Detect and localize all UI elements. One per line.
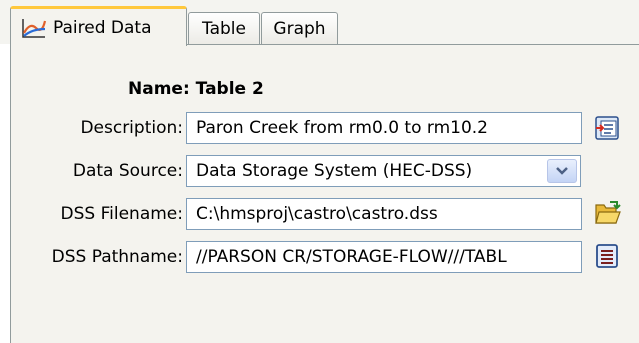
tab-table[interactable]: Table — [188, 12, 260, 44]
dss-filename-field[interactable]: C:\hmsproj\castro\castro.dss — [186, 198, 582, 230]
data-source-label: Data Source: — [72, 161, 183, 181]
name-row: Name: Table 2 — [128, 79, 264, 99]
description-field[interactable]: Paron Creek from rm0.0 to rm10.2 — [186, 112, 582, 144]
description-editor-icon[interactable] — [593, 114, 621, 142]
tab-paired-data-label: Paired Data — [53, 17, 152, 38]
tab-graph[interactable]: Graph — [261, 12, 338, 44]
dss-pathname-label: DSS Pathname: — [51, 247, 183, 267]
tab-paired-data[interactable]: Paired Data — [10, 6, 187, 46]
name-label: Name: — [128, 79, 190, 99]
dss-pathname-field[interactable]: //PARSON CR/STORAGE-FLOW///TABL — [186, 241, 582, 273]
paired-data-panel — [10, 44, 639, 343]
chevron-down-icon — [556, 167, 568, 175]
open-folder-icon[interactable] — [593, 199, 621, 227]
paired-data-chart-icon — [22, 18, 47, 38]
dss-filename-label: DSS Filename: — [60, 204, 183, 224]
dss-pathname-value: //PARSON CR/STORAGE-FLOW///TABL — [196, 247, 507, 267]
data-source-select[interactable]: Data Storage System (HEC-DSS) — [186, 155, 581, 187]
record-list-icon[interactable] — [593, 242, 621, 270]
tab-strip: Paired Data Table Graph — [0, 0, 639, 46]
data-source-value: Data Storage System (HEC-DSS) — [196, 161, 473, 181]
tab-graph-label: Graph — [273, 18, 326, 39]
dss-filename-value: C:\hmsproj\castro\castro.dss — [196, 204, 438, 224]
data-source-dropdown-button[interactable] — [547, 159, 577, 183]
description-label: Description: — [80, 118, 183, 138]
description-value: Paron Creek from rm0.0 to rm10.2 — [196, 118, 488, 138]
name-value: Table 2 — [195, 79, 264, 99]
tab-table-label: Table — [202, 18, 246, 39]
